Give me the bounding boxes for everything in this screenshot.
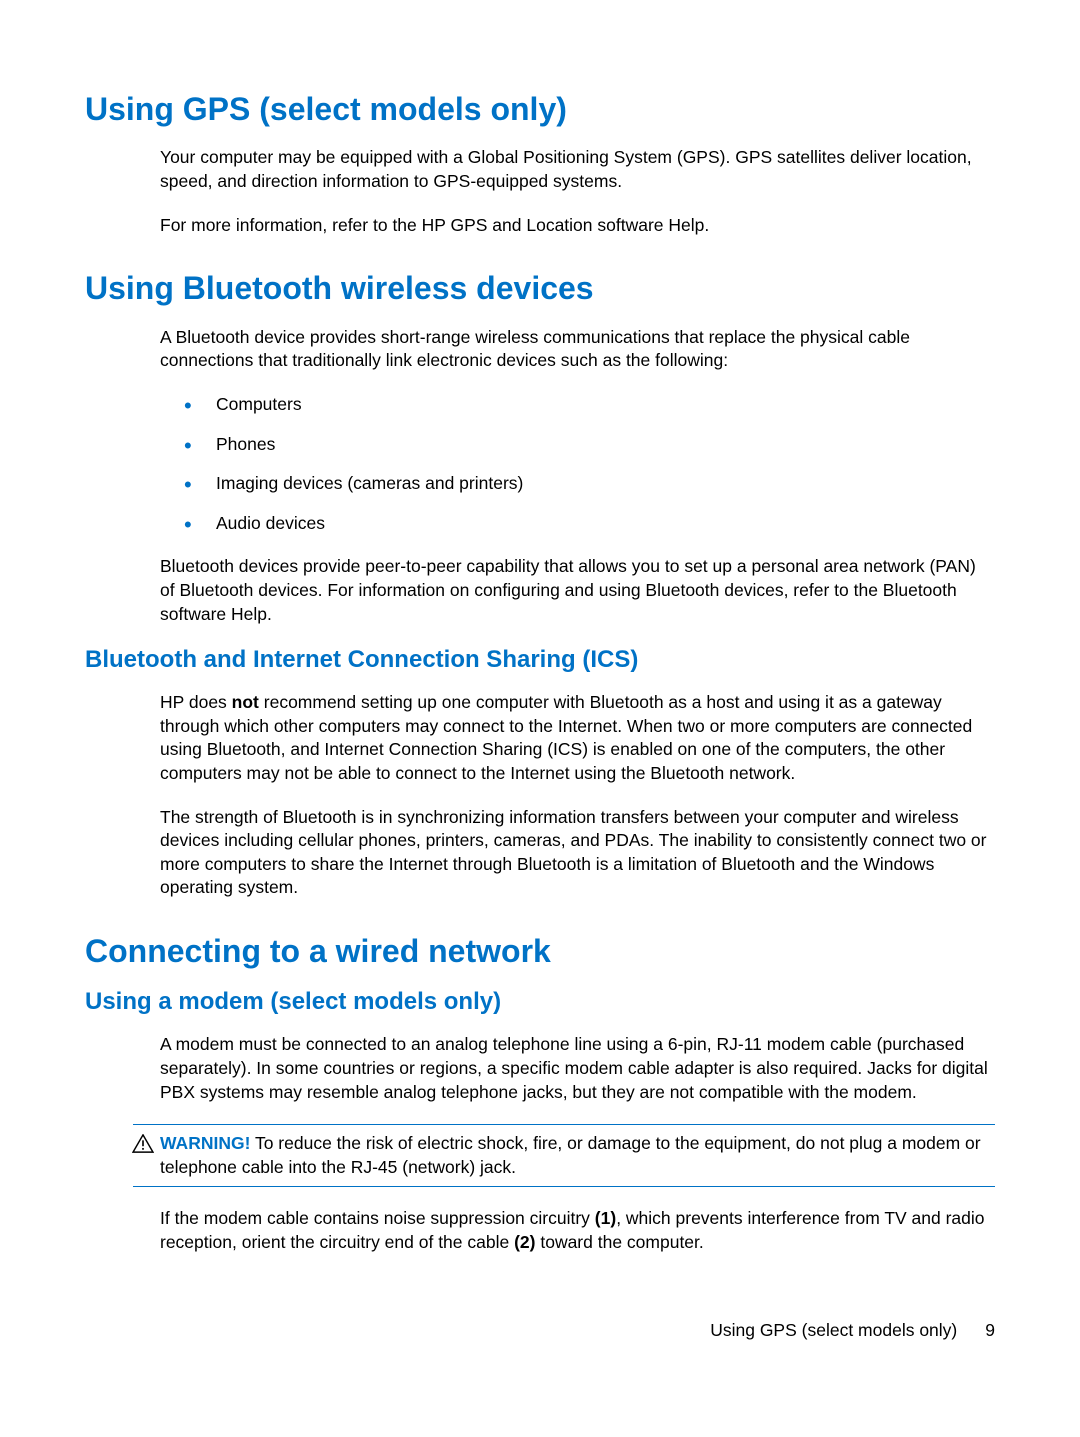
text: recommend setting up one computer with B… [160,692,972,783]
text-bold: (1) [595,1208,616,1228]
text-bold: not [232,692,259,712]
list-item: Imaging devices (cameras and printers) [160,472,995,496]
text: If the modem cable contains noise suppre… [160,1208,595,1228]
heading-bluetooth: Using Bluetooth wireless devices [85,269,995,307]
paragraph: The strength of Bluetooth is in synchron… [160,806,995,901]
list-item: Computers [160,393,995,417]
warning-icon [132,1134,154,1153]
heading-wired: Connecting to a wired network [85,932,995,970]
warning-label: WARNING! [160,1133,250,1153]
paragraph: For more information, refer to the HP GP… [160,214,995,238]
page-number: 9 [985,1320,995,1341]
text: toward the computer. [535,1232,703,1252]
paragraph: A modem must be connected to an analog t… [160,1033,995,1104]
warning-box: WARNING! To reduce the risk of electric … [133,1124,995,1187]
paragraph: Your computer may be equipped with a Glo… [160,146,995,193]
warning-text: To reduce the risk of electric shock, fi… [160,1133,981,1177]
heading-modem: Using a modem (select models only) [85,988,995,1017]
text-bold: (2) [514,1232,535,1252]
list-item: Phones [160,433,995,457]
paragraph: A Bluetooth device provides short-range … [160,326,995,373]
text: HP does [160,692,232,712]
list-item: Audio devices [160,512,995,536]
paragraph: Bluetooth devices provide peer-to-peer c… [160,555,995,626]
page-footer: Using GPS (select models only) 9 [710,1320,995,1341]
footer-text: Using GPS (select models only) [710,1320,957,1341]
paragraph: HP does not recommend setting up one com… [160,691,995,786]
bullet-list: Computers Phones Imaging devices (camera… [160,393,995,536]
heading-ics: Bluetooth and Internet Connection Sharin… [85,646,995,675]
heading-gps: Using GPS (select models only) [85,90,995,128]
paragraph: If the modem cable contains noise suppre… [160,1207,995,1254]
